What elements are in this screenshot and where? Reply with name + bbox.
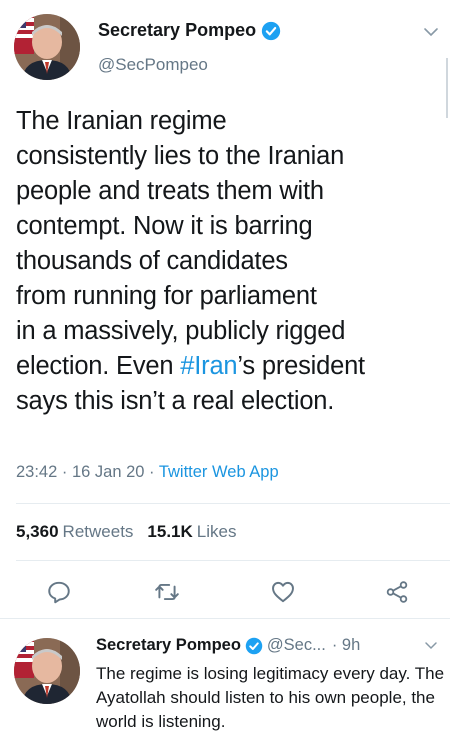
divider (0, 618, 450, 619)
verified-badge-icon (261, 21, 281, 41)
tweet-text: The Iranian regime consistently lies to … (16, 104, 446, 419)
share-icon[interactable] (384, 579, 410, 605)
divider (16, 503, 450, 504)
retweets-count: 5,360 (16, 522, 59, 541)
reply-author-row: Secretary Pompeo @Sec... · 9h (96, 636, 360, 655)
likes-count-link[interactable]: 15.1K Likes (147, 522, 236, 542)
meta-separator: · (57, 463, 72, 481)
likes-count: 15.1K (147, 522, 193, 541)
hashtag-link[interactable]: #Iran (180, 352, 237, 380)
divider (16, 560, 450, 561)
reply-time[interactable]: · 9h (332, 636, 360, 655)
action-bar (0, 575, 450, 609)
scroll-indicator[interactable] (446, 58, 448, 118)
retweets-label: Retweets (62, 522, 134, 541)
likes-label: Likes (196, 522, 237, 541)
avatar-image (14, 638, 80, 704)
tweet-source-app[interactable]: Twitter Web App (159, 463, 279, 481)
verified-badge-icon (245, 637, 263, 655)
retweet-icon[interactable] (154, 579, 180, 605)
tweet-text-part: The Iranian regime consistently lies to … (16, 107, 346, 380)
chevron-down-icon[interactable] (424, 641, 438, 651)
meta-separator: · (144, 463, 159, 481)
reply-icon[interactable] (46, 579, 72, 605)
reply-author-handle[interactable]: @Sec... (267, 636, 326, 655)
engagement-counts: 5,360 Retweets 15.1K Likes (16, 522, 250, 542)
avatar-image (14, 14, 80, 80)
reply-author-name[interactable]: Secretary Pompeo (96, 636, 241, 655)
author-row: Secretary Pompeo (98, 20, 281, 41)
author-display-name[interactable]: Secretary Pompeo (98, 20, 256, 41)
tweet-date[interactable]: 16 Jan 20 (72, 463, 144, 481)
author-handle[interactable]: @SecPompeo (98, 55, 208, 75)
avatar[interactable] (14, 14, 80, 80)
retweets-count-link[interactable]: 5,360 Retweets (16, 522, 133, 542)
avatar[interactable] (14, 638, 80, 704)
chevron-down-icon[interactable] (423, 26, 439, 38)
reply-text: The regime is losing legitimacy every da… (96, 664, 445, 731)
tweet-meta: 23:42 · 16 Jan 20 · Twitter Web App (16, 463, 279, 482)
reply-tweet[interactable]: Secretary Pompeo @Sec... · 9h The regime… (0, 620, 450, 740)
heart-icon[interactable] (270, 579, 296, 605)
tweet-time[interactable]: 23:42 (16, 463, 57, 481)
